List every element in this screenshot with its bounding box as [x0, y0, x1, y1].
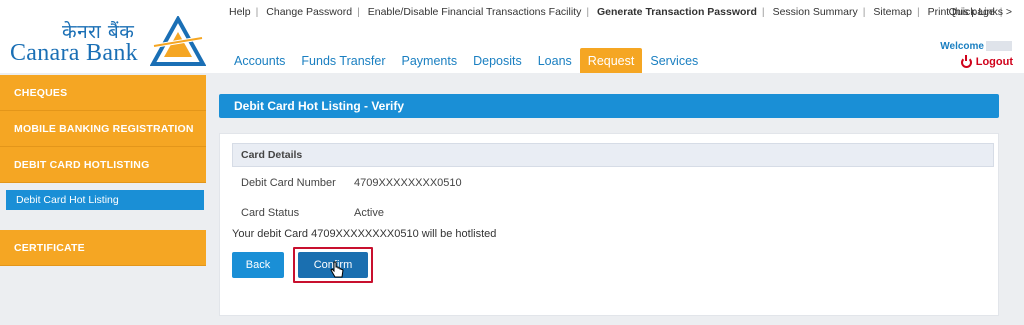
sidebar-item-debit-card-hotlisting[interactable]: DEBIT CARD HOTLISTING [0, 147, 206, 183]
quick-links-menu[interactable]: Quick Links > [949, 6, 1012, 18]
sidebar: CHEQUES MOBILE BANKING REGISTRATION DEBI… [0, 73, 206, 325]
logo-english-text: Canara Bank [10, 40, 138, 66]
logout-button[interactable]: Logout [960, 54, 1013, 68]
card-status-label: Card Status [241, 207, 300, 219]
top-link-generate-transaction-password[interactable]: Generate Transaction Password [597, 6, 757, 18]
sidebar-item-certificate[interactable]: CERTIFICATE [0, 230, 206, 266]
card-details-header: Card Details [232, 143, 994, 167]
hotlist-message: Your debit Card 4709XXXXXXXX0510 will be… [232, 228, 497, 240]
tab-request[interactable]: Request [579, 48, 643, 73]
power-icon [960, 54, 972, 68]
bank-logo[interactable]: केनरा बैंक Canara Bank [6, 12, 206, 70]
debit-card-number-value: 4709XXXXXXXX0510 [354, 177, 462, 189]
card-details-panel: Card Details Debit Card Number 4709XXXXX… [219, 133, 999, 316]
welcome-label: Welcome [940, 41, 984, 52]
logout-label: Logout [975, 56, 1013, 68]
top-link-enable-disable-financial[interactable]: Enable/Disable Financial Transactions Fa… [368, 6, 582, 18]
blurred-username [986, 41, 1012, 52]
tab-accounts[interactable]: Accounts [226, 48, 293, 73]
tab-funds-transfer[interactable]: Funds Transfer [293, 48, 393, 73]
hand-cursor-icon [330, 261, 344, 278]
card-status-value: Active [354, 207, 384, 219]
tab-services[interactable]: Services [642, 48, 706, 73]
sidebar-item-mobile-banking-registration[interactable]: MOBILE BANKING REGISTRATION [0, 111, 206, 147]
tab-deposits[interactable]: Deposits [465, 48, 530, 73]
sidebar-item-cheques[interactable]: CHEQUES [0, 75, 206, 111]
tab-loans[interactable]: Loans [530, 48, 580, 73]
sidebar-subitem-debit-card-hot-listing[interactable]: Debit Card Hot Listing [6, 190, 204, 210]
back-button[interactable]: Back [232, 252, 284, 278]
top-link-help[interactable]: Help [229, 6, 251, 18]
top-link-change-password[interactable]: Change Password [266, 6, 352, 18]
top-links-bar: Help | Change Password | Enable/Disable Fi… [229, 6, 1003, 18]
canara-triangle-logo-icon [150, 16, 206, 66]
tab-payments[interactable]: Payments [394, 48, 466, 73]
welcome-text: Welcome [940, 41, 1012, 52]
main-nav: Accounts Funds Transfer Payments Deposit… [226, 48, 706, 73]
debit-card-number-label: Debit Card Number [241, 177, 336, 189]
top-link-sitemap[interactable]: Sitemap [873, 6, 912, 18]
header: केनरा बैंक Canara Bank Help | Change Pass… [0, 0, 1024, 73]
top-link-session-summary[interactable]: Session Summary [773, 6, 858, 18]
page-title: Debit Card Hot Listing - Verify [234, 99, 405, 113]
page-title-bar: Debit Card Hot Listing - Verify [219, 94, 999, 118]
